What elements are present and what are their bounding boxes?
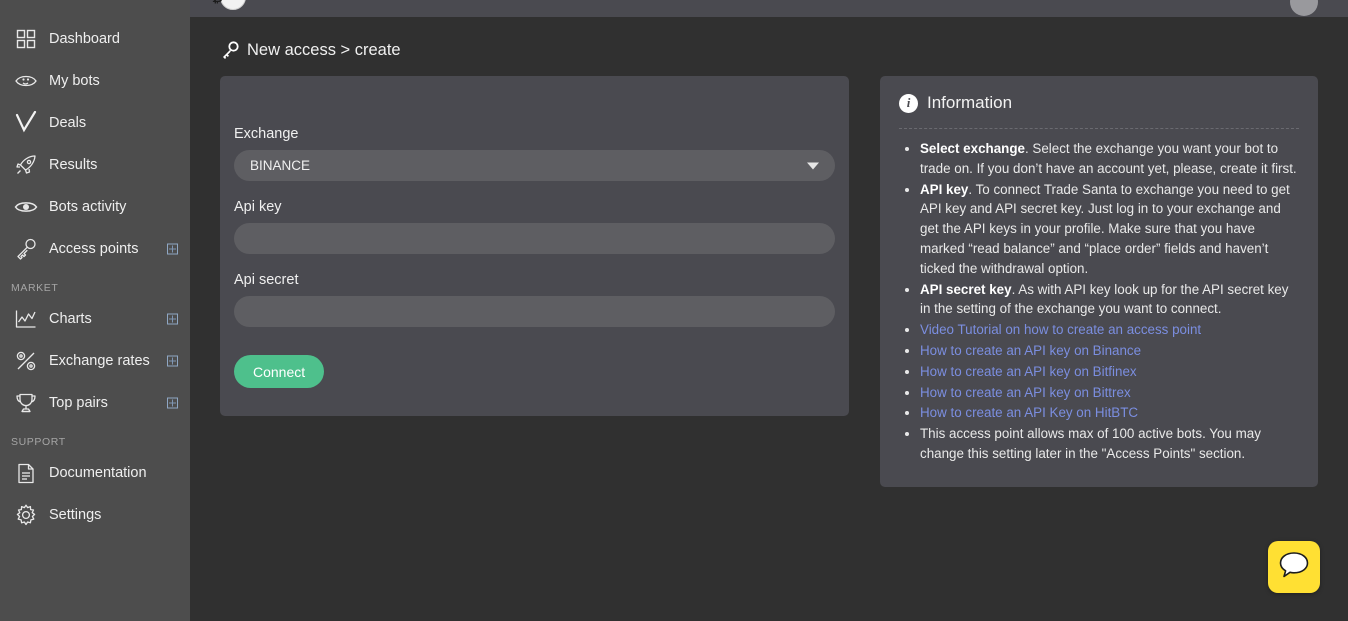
sidebar-item-top-pairs[interactable]: Top pairs	[0, 382, 190, 424]
chat-widget-button[interactable]	[1268, 541, 1320, 593]
information-title: Information	[927, 93, 1012, 113]
main-content: New access > create Exchange BINANCE Api…	[190, 17, 1348, 621]
exchange-select[interactable]: BINANCE	[234, 150, 835, 181]
key-icon	[220, 40, 240, 60]
list-item[interactable]: How to create an API key on Bittrex	[899, 383, 1299, 403]
link-hitbtc-api-key[interactable]: How to create an API Key on HitBTC	[920, 405, 1138, 420]
exchange-field: Exchange BINANCE	[234, 126, 835, 181]
exchange-selected-value: BINANCE	[250, 158, 310, 173]
trade-santa-logo[interactable]: ₿	[212, 0, 246, 14]
sidebar-item-label: Settings	[49, 507, 101, 523]
sidebar-item-deals[interactable]: Deals	[0, 102, 190, 144]
info-icon: i	[899, 94, 918, 113]
expand-icon[interactable]	[167, 244, 178, 255]
top-bar: ₿	[190, 0, 1348, 17]
eye-icon	[11, 192, 41, 222]
sidebar: Dashboard My bots Deals	[0, 0, 190, 621]
rocket-icon	[11, 150, 41, 180]
sidebar-item-charts[interactable]: Charts	[0, 298, 190, 340]
user-avatar[interactable]	[1290, 0, 1318, 16]
chat-bubble-icon	[1278, 550, 1310, 585]
api-key-label: Api key	[234, 199, 835, 215]
sidebar-item-label: Top pairs	[49, 395, 108, 411]
list-item[interactable]: Video Tutorial on how to create an acces…	[899, 320, 1299, 340]
key-icon	[11, 234, 41, 264]
sidebar-item-documentation[interactable]: Documentation	[0, 452, 190, 494]
information-card: i Information Select exchange. Select th…	[880, 76, 1318, 487]
sidebar-item-exchange-rates[interactable]: Exchange rates	[0, 340, 190, 382]
bullet-text: . To connect Trade Santa to exchange you…	[920, 182, 1290, 276]
list-item[interactable]: How to create an API key on Bitfinex	[899, 362, 1299, 382]
list-item: API key. To connect Trade Santa to excha…	[899, 180, 1299, 279]
link-bittrex-api-key[interactable]: How to create an API key on Bittrex	[920, 385, 1131, 400]
api-key-input[interactable]	[234, 223, 835, 254]
api-secret-field: Api secret	[234, 272, 835, 327]
link-bitfinex-api-key[interactable]: How to create an API key on Bitfinex	[920, 364, 1137, 379]
sidebar-item-results[interactable]: Results	[0, 144, 190, 186]
api-secret-input[interactable]	[234, 296, 835, 327]
list-item[interactable]: How to create an API Key on HitBTC	[899, 403, 1299, 423]
bullet-bold: API secret key	[920, 282, 1012, 297]
expand-icon[interactable]	[167, 356, 178, 367]
list-item[interactable]: How to create an API key on Binance	[899, 341, 1299, 361]
information-header: i Information	[899, 93, 1299, 128]
new-access-form-card: Exchange BINANCE Api key Api secret Conn…	[220, 76, 849, 416]
grid-icon	[11, 24, 41, 54]
divider	[899, 128, 1299, 129]
link-binance-api-key[interactable]: How to create an API key on Binance	[920, 343, 1141, 358]
list-item: Select exchange. Select the exchange you…	[899, 139, 1299, 179]
sidebar-item-bots-activity[interactable]: Bots activity	[0, 186, 190, 228]
bullet-bold: API key	[920, 182, 968, 197]
api-key-field: Api key	[234, 199, 835, 254]
document-icon	[11, 458, 41, 488]
sidebar-item-access-points[interactable]: Access points	[0, 228, 190, 270]
expand-icon[interactable]	[167, 314, 178, 325]
expand-icon[interactable]	[167, 398, 178, 409]
sidebar-item-dashboard[interactable]: Dashboard	[0, 18, 190, 60]
sidebar-item-my-bots[interactable]: My bots	[0, 60, 190, 102]
information-list: Select exchange. Select the exchange you…	[899, 139, 1299, 464]
app-root: ₿ Dashboard My bots	[0, 0, 1348, 621]
sidebar-item-label: Charts	[49, 311, 92, 327]
sidebar-item-label: My bots	[49, 73, 100, 89]
sidebar-item-label: Dashboard	[49, 31, 120, 47]
sidebar-item-label: Results	[49, 157, 97, 173]
gear-icon	[11, 500, 41, 530]
sidebar-item-label: Bots activity	[49, 199, 126, 215]
bullet-bold: Select exchange	[920, 141, 1025, 156]
sidebar-item-label: Exchange rates	[49, 353, 150, 369]
sidebar-item-label: Documentation	[49, 465, 147, 481]
percent-icon	[11, 346, 41, 376]
bot-face-icon	[11, 66, 41, 96]
list-item: This access point allows max of 100 acti…	[899, 424, 1299, 464]
chevron-down-icon	[807, 162, 819, 169]
link-video-tutorial[interactable]: Video Tutorial on how to create an acces…	[920, 322, 1201, 337]
sidebar-group-market: MARKET	[0, 270, 190, 298]
sidebar-item-settings[interactable]: Settings	[0, 494, 190, 536]
sidebar-group-support: SUPPORT	[0, 424, 190, 452]
content-columns: Exchange BINANCE Api key Api secret Conn…	[220, 76, 1348, 487]
breadcrumb: New access > create	[220, 40, 1348, 60]
list-item: API secret key. As with API key look up …	[899, 280, 1299, 320]
logo-glyph: ₿	[212, 0, 226, 6]
trophy-icon	[11, 388, 41, 418]
connect-button[interactable]: Connect	[234, 355, 324, 388]
api-secret-label: Api secret	[234, 272, 835, 288]
exchange-label: Exchange	[234, 126, 835, 142]
sidebar-item-label: Deals	[49, 115, 86, 131]
sidebar-item-label: Access points	[49, 241, 138, 257]
chart-icon	[11, 304, 41, 334]
check-icon	[11, 108, 41, 138]
breadcrumb-text: New access > create	[247, 41, 401, 60]
